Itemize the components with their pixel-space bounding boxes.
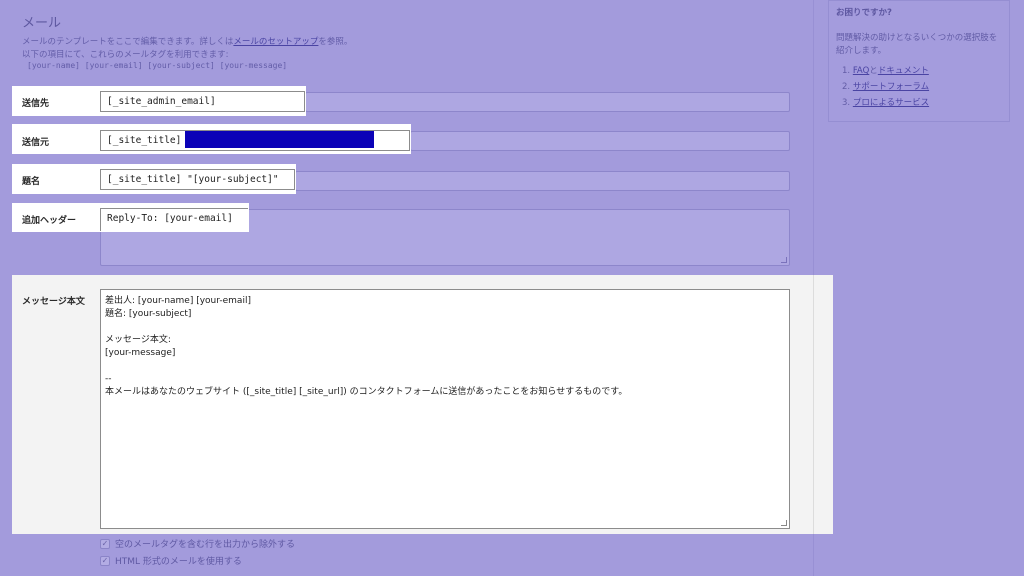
help-link-item-3: 3. プロによるサービス	[842, 96, 929, 108]
support-forum-link[interactable]: サポートフォーラム	[853, 82, 929, 92]
headers-label: 追加ヘッダー	[22, 216, 77, 226]
body-label: メッセージ本文	[22, 297, 85, 307]
headers-resize-grip[interactable]	[781, 257, 787, 263]
desc-text: メールのテンプレートをここで編集できます。詳しくは	[22, 37, 234, 47]
exclude-blank-checkbox[interactable]: ✓	[100, 538, 110, 549]
to-input-track	[305, 92, 790, 112]
redaction-bar	[185, 131, 374, 148]
section-title: メール	[22, 16, 62, 31]
subject-input-track	[295, 171, 790, 191]
list-join: と	[869, 66, 878, 76]
documentation-link[interactable]: ドキュメント	[878, 66, 929, 76]
exclude-blank-option[interactable]: ✓ 空のメールタグを含む行を出力から除外する	[100, 537, 295, 550]
body-line: [your-message]	[105, 348, 176, 358]
help-desc-line2: 紹介します。	[836, 46, 887, 56]
mail-tags-list: [your-name] [your-email] [your-subject] …	[27, 61, 288, 70]
body-line: --	[105, 374, 112, 384]
message-body-textarea[interactable]: 差出人: [your-name] [your-email] 題名: [your-…	[100, 289, 790, 529]
mail-setup-link[interactable]: メールのセットアップ	[233, 37, 318, 47]
from-field-value: [_site_title]	[107, 135, 182, 146]
from-label: 送信元	[22, 138, 50, 148]
body-line: 本メールはあなたのウェブサイト ([_site_title] [_site_ur…	[105, 387, 628, 397]
use-html-label: HTML 形式のメールを使用する	[115, 557, 242, 567]
desc-text-tail: を参照。	[318, 37, 353, 47]
list-num: 1.	[842, 66, 851, 76]
body-row-divider	[813, 275, 814, 534]
subject-field[interactable]: [_site_title] "[your-subject]"	[100, 169, 295, 190]
to-label: 送信先	[22, 99, 50, 109]
headers-field[interactable]: Reply-To: [your-email]	[100, 208, 248, 231]
help-desc-line1: 問題解決の助けとなるいくつかの選択肢を	[836, 33, 998, 43]
body-line: メッセージ本文:	[105, 335, 171, 345]
help-title: お困りですか?	[836, 8, 892, 18]
use-html-checkbox[interactable]: ✓	[100, 555, 110, 566]
body-line	[105, 321, 785, 334]
body-resize-grip[interactable]	[781, 520, 787, 526]
body-line	[105, 360, 785, 373]
pro-services-link[interactable]: プロによるサービス	[853, 98, 929, 108]
section-description: メールのテンプレートをここで編集できます。詳しくはメールのセットアップを参照。	[22, 35, 352, 47]
use-html-option[interactable]: ✓ HTML 形式のメールを使用する	[100, 554, 242, 567]
body-line: 差出人: [your-name] [your-email]	[105, 296, 251, 306]
subject-label: 題名	[22, 177, 41, 187]
list-num: 2.	[842, 82, 851, 92]
exclude-blank-label: 空のメールタグを含む行を出力から除外する	[115, 540, 296, 550]
help-link-item-2: 2. サポートフォーラム	[842, 80, 929, 92]
from-input-track	[410, 131, 790, 151]
help-link-item-1: 1. FAQとドキュメント	[842, 64, 929, 76]
mail-tags-intro: 以下の項目にて、これらのメールタグを利用できます:	[22, 50, 229, 60]
faq-link[interactable]: FAQ	[853, 66, 869, 76]
to-field[interactable]: [_site_admin_email]	[100, 91, 305, 112]
body-line: 題名: [your-subject]	[105, 309, 192, 319]
list-num: 3.	[842, 98, 851, 108]
